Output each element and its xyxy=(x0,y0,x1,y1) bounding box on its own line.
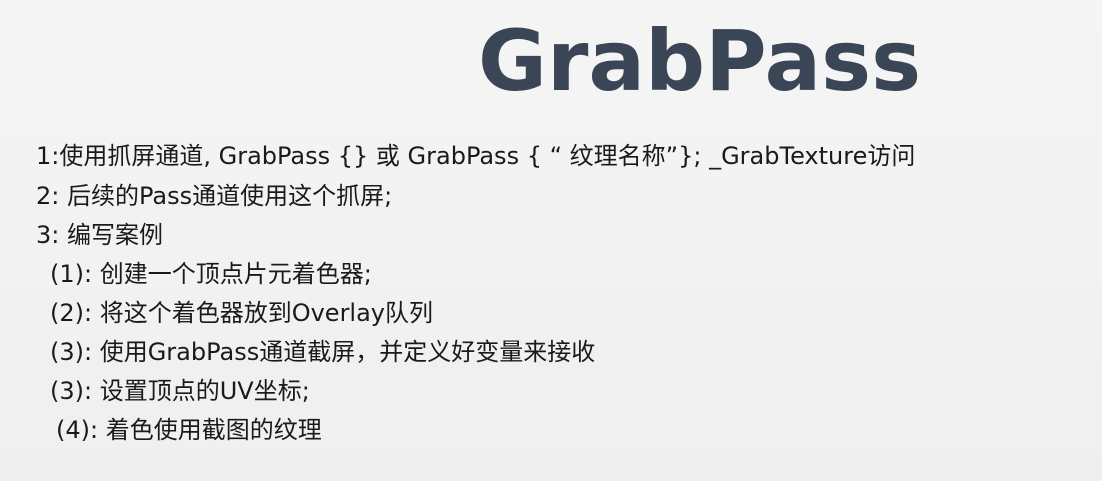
slide: GrabPass 1:使用抓屏通道, GrabPass {} 或 GrabPas… xyxy=(0,0,1102,481)
content-line-1: 1:使用抓屏通道, GrabPass {} 或 GrabPass { “ 纹理名… xyxy=(36,142,916,170)
content-line-8: (4): 着色使用截图的纹理 xyxy=(56,416,322,444)
slide-title: GrabPass xyxy=(478,12,922,110)
content-line-7: (3): 设置顶点的UV坐标; xyxy=(50,377,310,405)
content-line-3: 3: 编写案例 xyxy=(36,221,163,249)
content-line-6: (3): 使用GrabPass通道截屏，并定义好变量来接收 xyxy=(50,338,596,366)
content-line-4: (1): 创建一个顶点片元着色器; xyxy=(50,260,372,288)
content-line-2: 2: 后续的Pass通道使用这个抓屏; xyxy=(36,182,393,210)
content-line-5: (2): 将这个着色器放到Overlay队列 xyxy=(50,299,434,327)
